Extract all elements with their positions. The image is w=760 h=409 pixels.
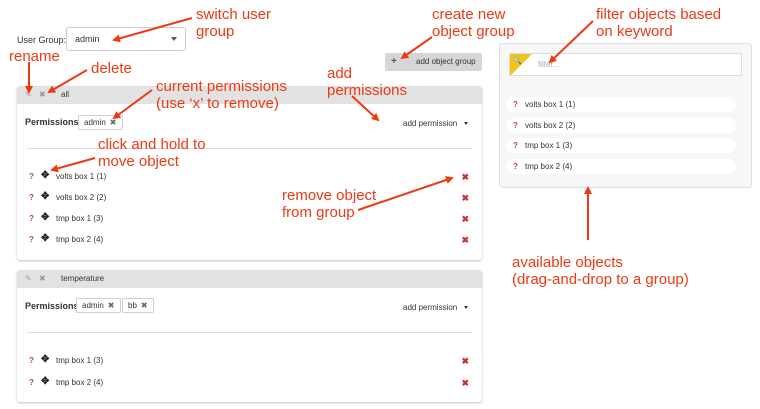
annotation-click-line2: move object bbox=[98, 153, 179, 170]
annotation-available-line1: available objects bbox=[512, 254, 623, 271]
annotation-available-line2: (drag-and-drop to a group) bbox=[512, 271, 689, 288]
annotation-switch-line1: switch user bbox=[196, 6, 272, 23]
annotation-add-line2: permissions bbox=[327, 82, 408, 99]
annotation-create-line2: object group bbox=[432, 23, 515, 40]
annotation-add-line1: add bbox=[327, 65, 353, 82]
arrow-delete bbox=[47, 69, 88, 94]
annotation-filter-line1: filter objects based bbox=[596, 6, 722, 23]
annotation-current-line2: (use ‘x’ to remove) bbox=[156, 95, 279, 112]
arrow-filter bbox=[548, 20, 594, 64]
annotation-rename: rename bbox=[9, 48, 60, 65]
annotation-filter-line2: on keyword bbox=[596, 23, 673, 40]
annotation-delete: delete bbox=[91, 60, 132, 77]
arrow-click bbox=[50, 157, 96, 173]
arrow-switch bbox=[112, 17, 193, 43]
arrow-create bbox=[400, 36, 433, 60]
arrow-current bbox=[112, 89, 153, 120]
annotation-current-line1: current permissions bbox=[156, 78, 287, 95]
annotation-remove-line1: remove object bbox=[282, 187, 377, 204]
annotation-click-line1: click and hold to bbox=[98, 136, 206, 153]
annotation-create-line1: create new bbox=[432, 6, 506, 23]
annotation-switch-line2: group bbox=[196, 23, 235, 40]
annotation-remove-line2: from group bbox=[282, 204, 355, 221]
arrow-add bbox=[351, 95, 380, 122]
